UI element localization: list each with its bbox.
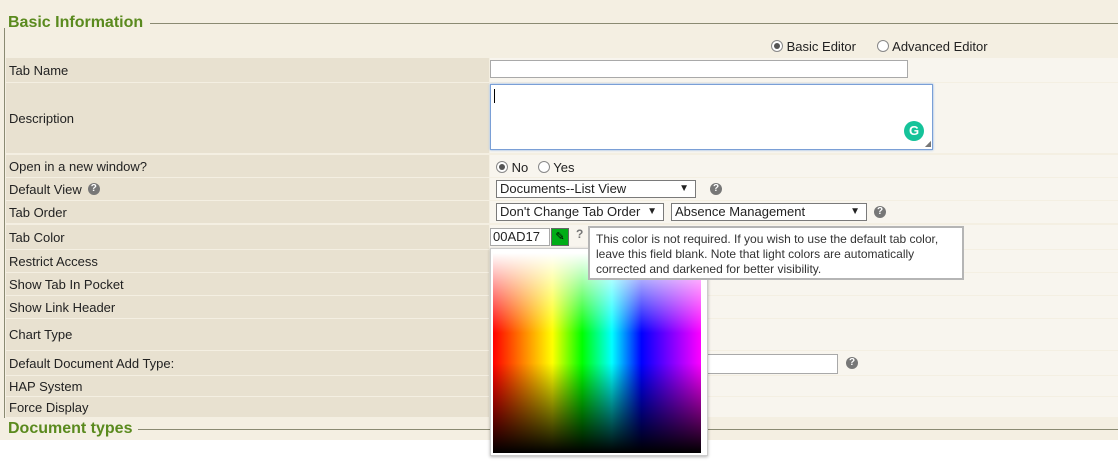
force-display-label: Force Display bbox=[6, 397, 489, 417]
help-question-icon[interactable]: ? bbox=[576, 227, 583, 241]
help-icon[interactable]: ? bbox=[710, 183, 722, 195]
resize-handle-icon[interactable]: ◢ bbox=[925, 139, 931, 148]
section-title-doc-types: Document types bbox=[8, 420, 141, 438]
editor-mode-toggle: Basic Editor Advanced Editor bbox=[771, 39, 988, 54]
chevron-down-icon: ▼ bbox=[850, 206, 860, 217]
default-view-value: Documents--List View bbox=[500, 181, 627, 196]
tab-order-select[interactable]: Don't Change Tab Order ▼ bbox=[496, 203, 664, 221]
show-link-header-label: Show Link Header bbox=[6, 296, 489, 318]
tab-name-label: Tab Name bbox=[6, 58, 489, 82]
tab-color-tooltip: This color is not required. If you wish … bbox=[588, 226, 964, 280]
basic-info-legend: Basic Information bbox=[0, 14, 1118, 32]
tab-name-input[interactable] bbox=[490, 60, 908, 78]
chart-type-label: Chart Type bbox=[6, 319, 489, 350]
default-doc-add-type-input[interactable] bbox=[690, 354, 838, 374]
open-new-window-yes-radio[interactable] bbox=[537, 161, 550, 173]
help-icon[interactable]: ? bbox=[846, 357, 858, 369]
chevron-down-icon: ▼ bbox=[679, 183, 689, 194]
text-cursor bbox=[494, 89, 495, 103]
row-description: Description G ◢ bbox=[6, 83, 1118, 153]
help-icon[interactable]: ? bbox=[87, 183, 100, 195]
tab-order-value: Don't Change Tab Order bbox=[500, 204, 641, 219]
hap-system-label: HAP System bbox=[6, 376, 489, 396]
row-default-view: Default View ? Documents--List View ▼ ? bbox=[6, 178, 1118, 200]
row-tab-order: Tab Order Don't Change Tab Order ▼ Absen… bbox=[6, 201, 1118, 223]
section-title-basic: Basic Information bbox=[8, 14, 152, 32]
open-new-window-label: Open in a new window? bbox=[6, 155, 489, 177]
color-spectrum[interactable] bbox=[493, 253, 701, 453]
open-new-window-yes-label[interactable]: Yes bbox=[553, 160, 574, 175]
tab-color-input[interactable]: 00AD17 bbox=[490, 228, 550, 246]
tab-order-label: Tab Order bbox=[6, 201, 489, 223]
chevron-down-icon: ▼ bbox=[647, 206, 657, 217]
legend-divider bbox=[150, 23, 1118, 24]
tab-position-select[interactable]: Absence Management ▼ bbox=[671, 203, 867, 221]
advanced-editor-radio[interactable] bbox=[877, 40, 890, 52]
open-new-window-no-radio[interactable] bbox=[496, 161, 508, 173]
show-tab-in-pocket-label: Show Tab In Pocket bbox=[6, 273, 489, 295]
eyedropper-icon[interactable]: ✎ bbox=[551, 228, 569, 246]
open-new-window-no-label[interactable]: No bbox=[512, 160, 529, 175]
basic-editor-label[interactable]: Basic Editor bbox=[787, 39, 856, 54]
row-open-new-window: Open in a new window? No Yes bbox=[6, 155, 1118, 177]
default-view-label: Default View bbox=[9, 181, 82, 197]
default-view-select[interactable]: Documents--List View ▼ bbox=[496, 180, 696, 198]
help-icon[interactable]: ? bbox=[874, 206, 886, 218]
restrict-access-label: Restrict Access bbox=[6, 250, 489, 272]
advanced-editor-label[interactable]: Advanced Editor bbox=[892, 39, 987, 54]
basic-editor-radio[interactable] bbox=[771, 40, 783, 52]
row-tab-name: Tab Name bbox=[6, 58, 1118, 82]
grammarly-icon[interactable]: G bbox=[904, 121, 924, 141]
description-label: Description bbox=[6, 83, 489, 153]
fieldset-border bbox=[4, 28, 5, 418]
tab-color-label: Tab Color bbox=[6, 225, 489, 249]
tab-position-value: Absence Management bbox=[675, 204, 806, 219]
default-doc-add-type-label: Default Document Add Type: bbox=[6, 351, 489, 375]
description-textarea[interactable]: G ◢ bbox=[490, 84, 933, 150]
